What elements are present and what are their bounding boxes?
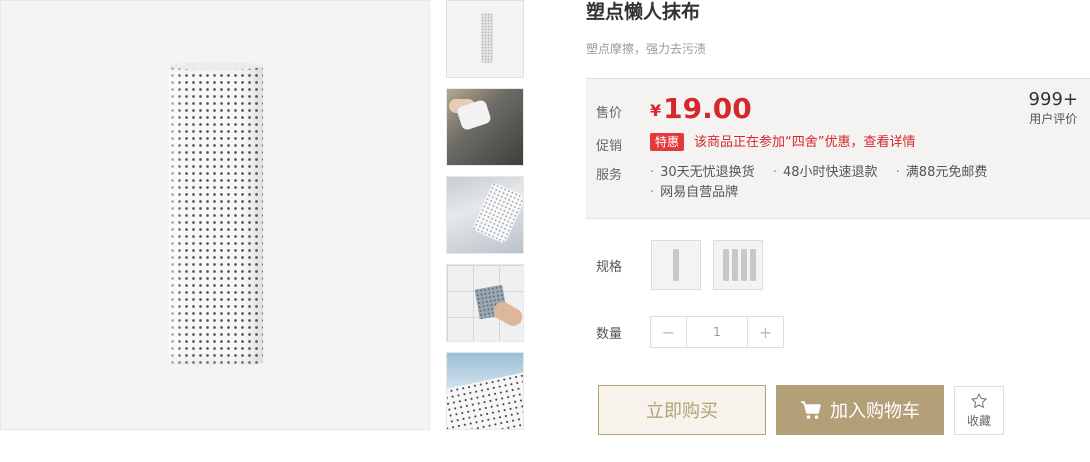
quantity-stepper: − + [650, 316, 784, 348]
buy-now-button[interactable]: 立即购买 [598, 385, 766, 435]
product-subtitle: 塑点摩擦，强力去污渍 [586, 42, 707, 56]
service-item: 满88元免邮费 [896, 163, 988, 183]
thumbnail-wiping-sink[interactable] [446, 88, 524, 166]
service-item: 48小时快速退款 [773, 163, 878, 183]
star-icon [971, 393, 987, 408]
price-value: 19.00 [663, 92, 752, 125]
spec-option-four-rolls[interactable] [713, 240, 763, 290]
add-to-cart-label: 加入购物车 [830, 401, 920, 422]
favorite-button[interactable]: 收藏 [954, 386, 1004, 435]
spec-option-single-roll[interactable] [651, 240, 701, 290]
review-count: 999+ [1028, 89, 1078, 110]
service-item: 网易自营品牌 [650, 183, 738, 203]
thumbnail-roll[interactable] [446, 0, 524, 78]
promo-link[interactable]: 该商品正在参加“四舍”优惠，查看详情 [694, 134, 915, 152]
price: ¥19.00 [650, 89, 752, 133]
product-title: 塑点懒人抹布 [586, 1, 701, 23]
price-panel: 售价 ¥19.00 促销 特惠 该商品正在参加“四舍”优惠，查看详情 服务 30… [586, 78, 1090, 219]
currency-symbol: ¥ [650, 101, 662, 120]
review-label: 用户评价 [1029, 112, 1078, 126]
add-to-cart-button[interactable]: 加入购物车 [776, 385, 944, 435]
quantity-input[interactable] [687, 317, 747, 347]
favorite-label: 收藏 [966, 414, 991, 428]
quantity-label: 数量 [596, 327, 623, 342]
quantity-increase-button[interactable]: + [747, 317, 783, 347]
price-label: 售价 [596, 106, 623, 121]
buy-now-label: 立即购买 [646, 401, 718, 422]
quantity-decrease-button[interactable]: − [651, 317, 687, 347]
thumbnail-folded-cloth[interactable] [446, 176, 524, 254]
service-item: 30天无忧退换货 [650, 163, 755, 183]
service-label: 服务 [596, 168, 623, 183]
service-list: 30天无忧退换货 48小时快速退款 满88元免邮费 网易自营品牌 [650, 163, 1050, 203]
dotted-roll-illustration [169, 62, 263, 365]
promo-badge: 特惠 [650, 133, 685, 151]
main-product-image [0, 0, 430, 430]
review-summary[interactable]: 999+ 用户评价 [1029, 89, 1078, 127]
cart-icon [801, 401, 821, 419]
thumbnail-dotted-sheet[interactable] [446, 352, 524, 430]
thumbnail-wiping-tile[interactable] [446, 264, 524, 342]
spec-label: 规格 [596, 260, 623, 275]
promo-label: 促销 [596, 139, 623, 154]
